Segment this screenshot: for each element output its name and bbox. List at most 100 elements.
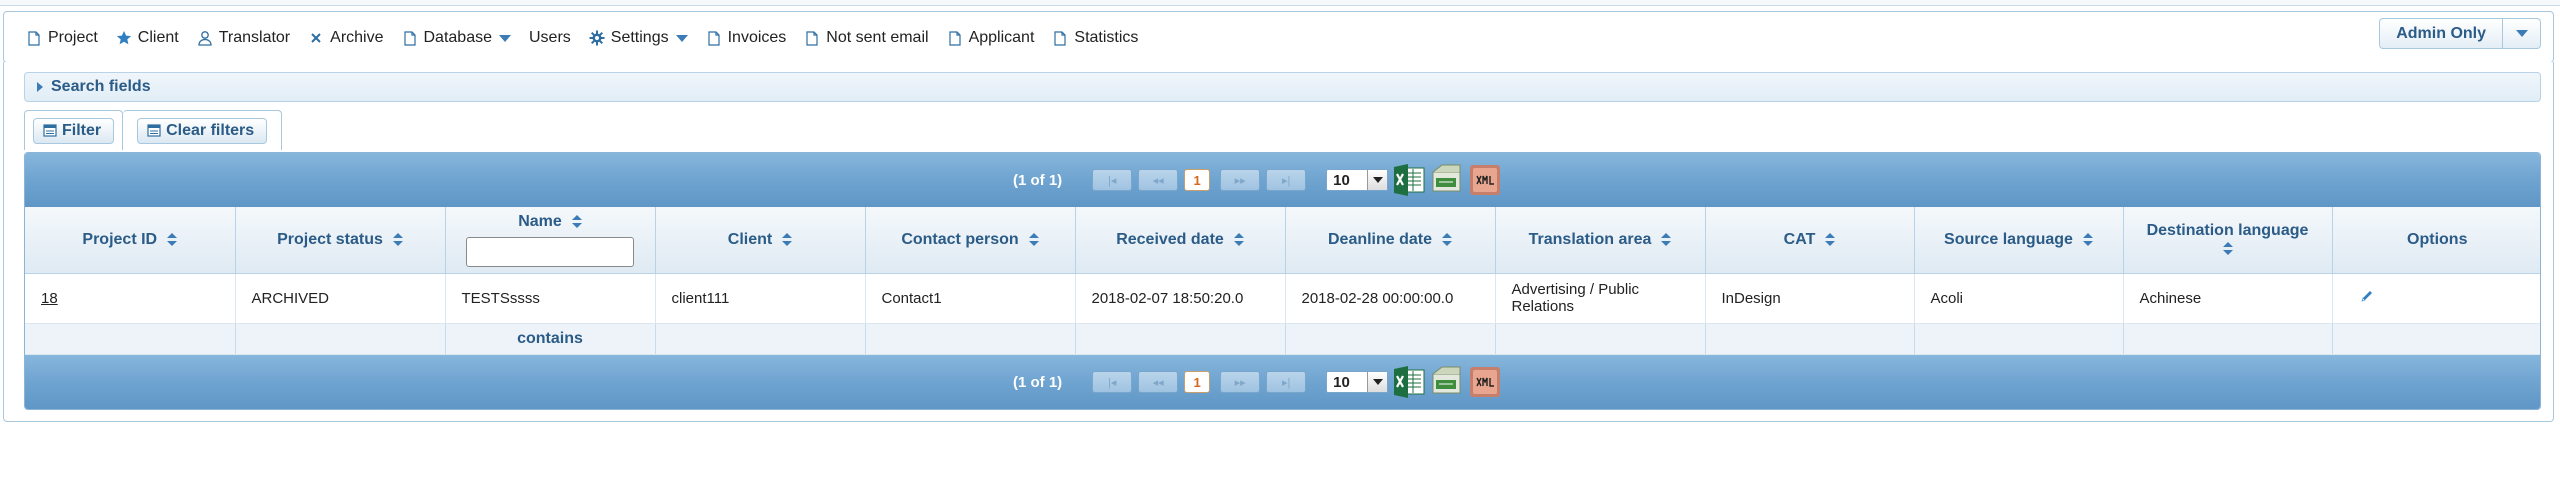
xml-export-icon[interactable] xyxy=(1468,365,1502,399)
clear-filters-button[interactable]: Clear filters xyxy=(137,117,268,144)
xml-export-icon[interactable] xyxy=(1468,163,1502,197)
sort-icon xyxy=(782,233,793,247)
clear-filter-icon xyxy=(146,123,162,139)
menu-item-invoices[interactable]: Invoices xyxy=(698,23,797,53)
cell-source-language: Acoli xyxy=(1914,273,2124,324)
menu-item-label: Database xyxy=(423,29,493,46)
name-filter-input[interactable] xyxy=(466,236,634,267)
rows-per-page-select[interactable]: 10 xyxy=(1326,169,1389,191)
rows-per-page-value: 10 xyxy=(1333,171,1350,189)
menu-item-label: Project xyxy=(48,29,98,46)
column-header-contact-person[interactable]: Contact person xyxy=(865,207,1076,274)
star-icon xyxy=(116,30,132,46)
csv-export-icon[interactable] xyxy=(1430,163,1464,197)
column-header-cat[interactable]: CAT xyxy=(1705,207,1915,274)
csv-export-icon[interactable] xyxy=(1430,365,1464,399)
cell-project-id: 18 xyxy=(25,273,236,324)
cell-contact-person: Contact1 xyxy=(865,273,1076,324)
admin-dropdown-button[interactable] xyxy=(2503,18,2541,49)
main-menu: Project Client Translator Archive Databa… xyxy=(18,12,1148,64)
rows-per-page-select[interactable]: 10 xyxy=(1326,371,1389,393)
next-page-button[interactable]: ▸▸ xyxy=(1220,371,1261,393)
filter-tab: Filter xyxy=(24,110,124,150)
menu-item-translator[interactable]: Translator xyxy=(189,23,300,53)
column-header-project-id[interactable]: Project ID xyxy=(25,207,236,274)
column-header-client[interactable]: Client xyxy=(655,207,866,274)
menu-item-label: Applicant xyxy=(968,29,1035,46)
menu-item-not-sent-email[interactable]: Not sent email xyxy=(796,23,938,53)
menu-item-client[interactable]: Client xyxy=(108,23,189,53)
first-page-button[interactable]: |◂ xyxy=(1092,371,1133,393)
column-header-label: Contact person xyxy=(901,230,1019,248)
page-number-button[interactable]: 1 xyxy=(1184,169,1211,191)
admin-split-button: Admin Only xyxy=(2379,18,2541,49)
chevron-down-icon xyxy=(2515,30,2528,37)
column-header-destination-language[interactable]: Destination language xyxy=(2123,207,2333,274)
filter-label: Filter xyxy=(62,121,102,139)
top-strip xyxy=(0,0,2560,6)
column-header-received-date[interactable]: Received date xyxy=(1075,207,1286,274)
column-header-project-status[interactable]: Project status xyxy=(235,207,446,274)
chevron-down-icon xyxy=(675,34,688,42)
sort-icon xyxy=(1233,233,1244,247)
sort-icon xyxy=(392,233,403,247)
project-id-link[interactable]: 18 xyxy=(41,290,58,307)
menu-item-settings[interactable]: Settings xyxy=(581,23,698,53)
top-paginator: (1 of 1) |◂ ◂◂ 1 ▸▸ ▸| 10 xyxy=(25,153,2540,207)
search-fields-toggle[interactable]: Search fields xyxy=(24,72,2541,102)
menu-item-statistics[interactable]: Statistics xyxy=(1044,23,1148,53)
cell-translation-area: Advertising / Public Relations xyxy=(1495,273,1706,324)
page-icon xyxy=(26,30,42,46)
gear-icon xyxy=(589,30,605,46)
table-row: 18 ARCHIVED TESTSssss client111 Contact1… xyxy=(25,273,2540,324)
next-page-button[interactable]: ▸▸ xyxy=(1220,169,1261,191)
clear-filters-tab: Clear filters xyxy=(123,110,283,150)
column-header-deadline-date[interactable]: Deanline date xyxy=(1285,207,1496,274)
rows-per-page-value: 10 xyxy=(1333,373,1350,391)
page-number-button[interactable]: 1 xyxy=(1184,371,1211,393)
menu-item-applicant[interactable]: Applicant xyxy=(939,23,1045,53)
cell-project-status: ARCHIVED xyxy=(235,273,446,324)
pencil-icon[interactable] xyxy=(2359,288,2375,304)
admin-only-button[interactable]: Admin Only xyxy=(2379,18,2503,49)
menu-item-label: Invoices xyxy=(727,29,787,46)
menu-item-label: Archive xyxy=(330,29,384,46)
excel-export-icon[interactable] xyxy=(1392,365,1426,399)
menu-item-label: Translator xyxy=(218,29,291,46)
sort-icon xyxy=(1661,233,1672,247)
cell-deadline-date: 2018-02-28 00:00:00.0 xyxy=(1285,273,1496,324)
menu-item-label: Statistics xyxy=(1074,29,1139,46)
menu-item-label: Client xyxy=(137,29,179,46)
chevron-down-icon xyxy=(1367,170,1388,190)
filter-button[interactable]: Filter xyxy=(33,117,115,144)
column-header-source-language[interactable]: Source language xyxy=(1914,207,2124,274)
sort-icon xyxy=(1825,233,1836,247)
column-header-name[interactable]: Name xyxy=(445,207,656,274)
sort-icon xyxy=(2222,242,2233,256)
cell-name: TESTSssss xyxy=(445,273,656,324)
menu-item-project[interactable]: Project xyxy=(18,23,108,53)
column-header-label: CAT xyxy=(1783,230,1816,248)
menubar: Project Client Translator Archive Databa… xyxy=(3,11,2554,63)
first-page-button[interactable]: |◂ xyxy=(1092,169,1133,191)
last-page-button[interactable]: ▸| xyxy=(1266,371,1307,393)
column-header-label: Source language xyxy=(1944,230,2073,248)
sort-icon xyxy=(571,215,582,229)
excel-export-icon[interactable] xyxy=(1392,163,1426,197)
sort-icon xyxy=(167,233,178,247)
last-page-button[interactable]: ▸| xyxy=(1266,169,1307,191)
filter-actions: Filter Clear filters xyxy=(24,110,283,150)
table-header-row: Project ID Project status Name Client Co… xyxy=(25,207,2540,274)
menu-item-users[interactable]: Users xyxy=(521,23,581,53)
column-header-label: Name xyxy=(518,212,562,230)
column-header-translation-area[interactable]: Translation area xyxy=(1495,207,1706,274)
name-filter-mode: contains xyxy=(445,323,656,355)
column-header-label: Project ID xyxy=(82,230,158,248)
menu-item-archive[interactable]: Archive xyxy=(300,23,393,53)
column-header-label: Client xyxy=(727,230,773,248)
prev-page-button[interactable]: ◂◂ xyxy=(1138,371,1179,393)
menu-item-database[interactable]: Database xyxy=(394,23,522,53)
sort-icon xyxy=(1028,233,1039,247)
prev-page-button[interactable]: ◂◂ xyxy=(1138,169,1179,191)
menu-item-label: Users xyxy=(529,29,571,46)
